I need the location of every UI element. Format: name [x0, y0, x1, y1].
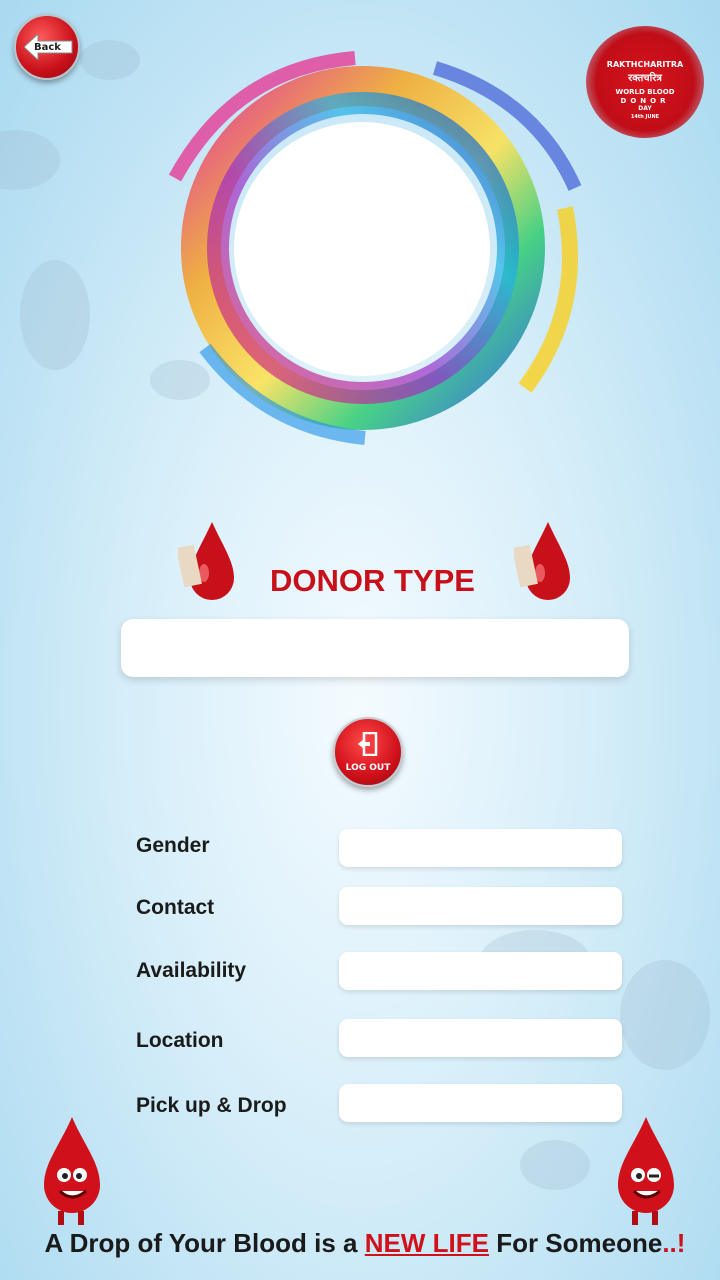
blood-drop-mascot-icon	[618, 1117, 674, 1225]
contact-field[interactable]	[339, 887, 622, 925]
profile-photo[interactable]	[234, 122, 490, 376]
background-blob	[520, 1140, 590, 1190]
gender-label: Gender	[136, 834, 210, 857]
logout-door-icon	[358, 732, 378, 756]
background-blob	[20, 260, 90, 370]
footer-text-1: A Drop of Your Blood is a	[44, 1228, 365, 1258]
world-blood-donor-day-logo: RAKTHCHARITRA रक्तचरित्र WORLD BLOOD DON…	[586, 26, 704, 138]
availability-label: Availability	[136, 959, 247, 982]
background-blob	[0, 130, 60, 190]
back-label: Back	[34, 42, 61, 53]
donor-type-field[interactable]	[121, 619, 629, 677]
contact-label: Contact	[136, 896, 215, 919]
logout-button[interactable]: LOG OUT	[333, 717, 403, 787]
pickup-drop-label: Pick up & Drop	[136, 1094, 287, 1117]
footer-slogan: A Drop of Your Blood is a NEW LIFE For S…	[0, 1228, 720, 1259]
logout-label: LOG OUT	[345, 763, 391, 773]
logo-text: रक्तचरित्र	[628, 73, 662, 84]
footer-end: ..!	[662, 1228, 686, 1258]
back-button[interactable]: Back	[14, 14, 80, 80]
logo-text: DONOR	[620, 97, 670, 105]
footer-text-2: For Someone	[488, 1228, 663, 1258]
logo-text: RAKTHCHARITRA	[606, 60, 684, 69]
location-field[interactable]	[339, 1019, 622, 1057]
availability-field[interactable]	[339, 952, 622, 990]
logo-text: 14th JUNE	[630, 114, 660, 120]
gender-field[interactable]	[339, 829, 622, 867]
background-blob	[80, 40, 140, 80]
pickup-drop-field[interactable]	[339, 1084, 622, 1122]
donor-type-title: DONOR TYPE	[270, 563, 475, 598]
background-blob	[620, 960, 710, 1070]
blood-drop-mascot-icon	[44, 1117, 100, 1225]
location-label: Location	[136, 1029, 224, 1052]
logo-text: DAY	[638, 105, 652, 112]
logo-text: WORLD BLOOD	[615, 88, 675, 96]
footer-highlight: NEW LIFE	[364, 1228, 489, 1258]
